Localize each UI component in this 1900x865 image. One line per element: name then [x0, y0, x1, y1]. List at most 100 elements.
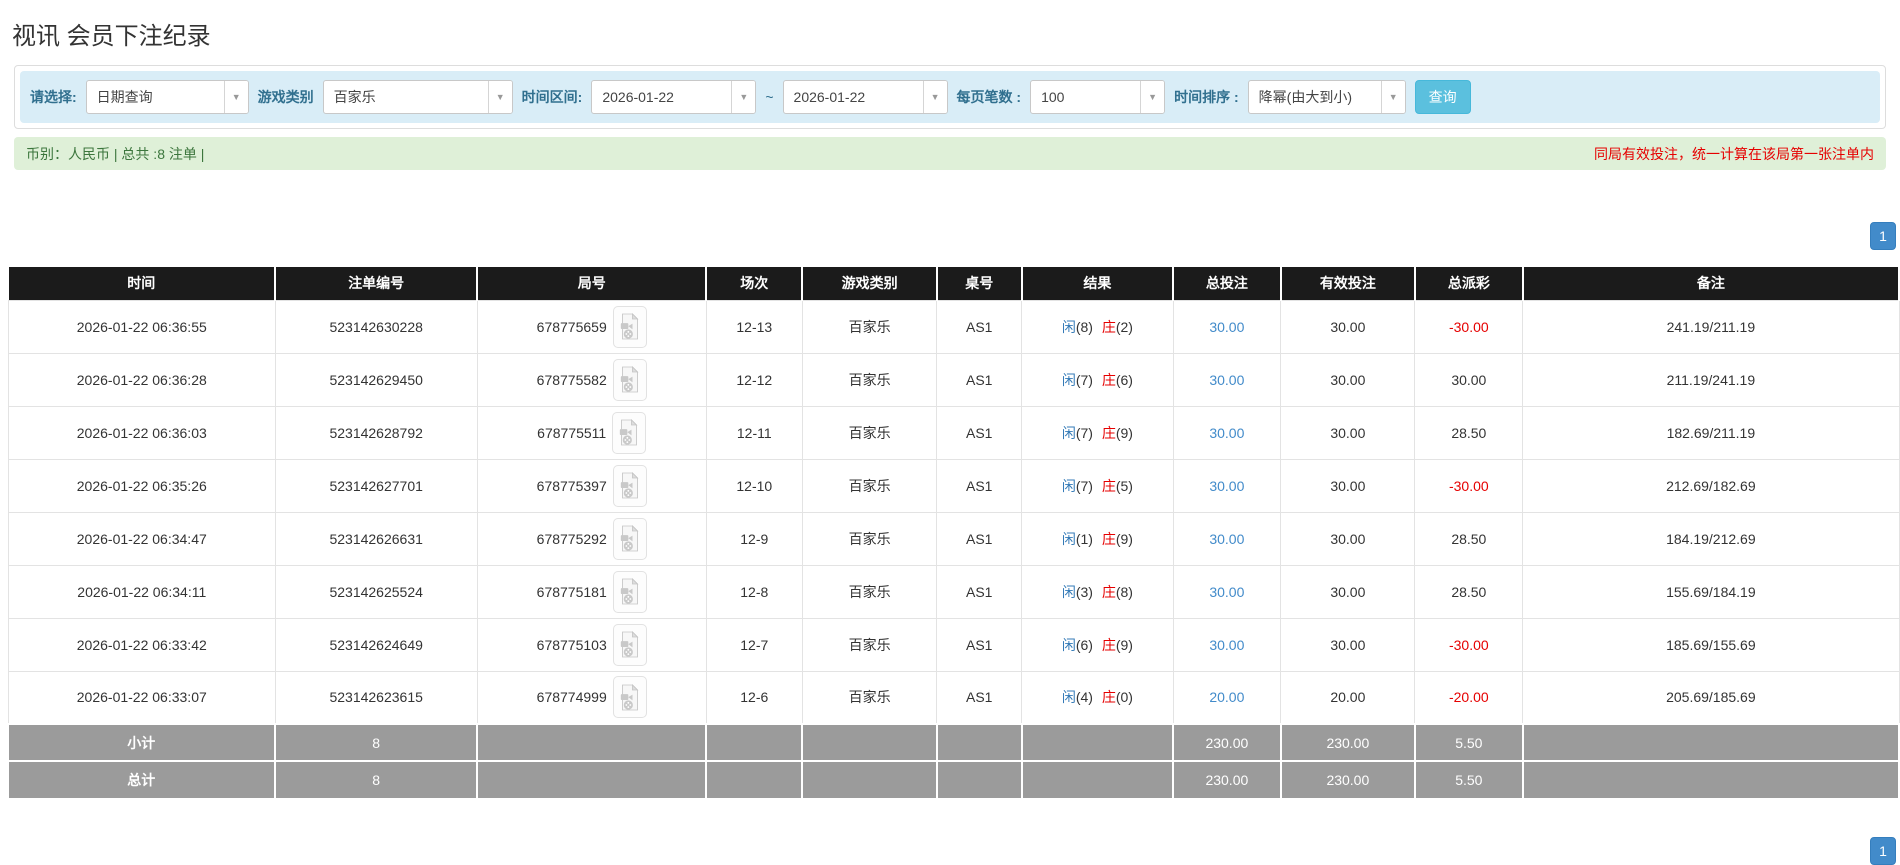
round-number: 678774999 — [536, 689, 607, 706]
page-button-1[interactable]: 1 — [1870, 837, 1896, 865]
cell-table-no: AS1 — [936, 670, 1023, 725]
column-header: 总投注 — [1173, 267, 1282, 300]
cell-round: 678775397 — [476, 458, 707, 513]
total-bet-link[interactable]: 30.00 — [1209, 319, 1244, 335]
result-banker-score: (6) — [1115, 371, 1133, 388]
total-bet-link[interactable]: 20.00 — [1209, 689, 1244, 705]
footer-total-bet: 230.00 — [1173, 760, 1282, 798]
cell-total-bet: 30.00 — [1172, 458, 1282, 513]
total-bet-link[interactable]: 30.00 — [1209, 584, 1244, 600]
cell-result: 闲(7) 庄(9) — [1021, 405, 1174, 460]
result-player: 闲 — [1061, 477, 1076, 494]
footer-session — [706, 760, 804, 798]
result-banker: 庄 — [1101, 318, 1116, 335]
time-sort-dropdown[interactable]: 降幂(由大到小) ▼ — [1247, 80, 1406, 114]
cell-table-no: AS1 — [936, 405, 1023, 460]
cell-valid-bet: 30.00 — [1280, 352, 1416, 407]
cell-round: 678775103 — [476, 617, 707, 672]
cell-payout: -30.00 — [1414, 299, 1524, 354]
total-bet-link[interactable]: 30.00 — [1209, 478, 1244, 494]
cell-note: 182.69/211.19 — [1522, 405, 1900, 460]
result-player: 闲 — [1061, 583, 1076, 600]
cell-bet-id: 523142623615 — [274, 670, 478, 725]
result-player: 闲 — [1061, 424, 1076, 441]
result-banker-score: (9) — [1115, 636, 1133, 653]
total-bet-link[interactable]: 30.00 — [1209, 372, 1244, 388]
cell-round: 678775659 — [476, 299, 707, 354]
video-file-icon[interactable] — [612, 517, 647, 560]
caret-down-icon[interactable]: ▼ — [487, 81, 512, 113]
query-type-value: 日期查询 — [96, 89, 153, 105]
video-file-icon[interactable] — [612, 464, 647, 507]
cell-note: 155.69/184.19 — [1522, 564, 1900, 619]
caret-down-icon[interactable]: ▼ — [922, 81, 947, 113]
total-bet-link[interactable]: 30.00 — [1209, 531, 1244, 547]
cell-note: 205.69/185.69 — [1522, 670, 1900, 725]
round-number: 678775292 — [536, 530, 607, 547]
total-bet-link[interactable]: 30.00 — [1209, 425, 1244, 441]
cell-result: 闲(4) 庄(0) — [1021, 670, 1174, 725]
video-file-icon[interactable] — [612, 676, 647, 719]
video-file-icon[interactable] — [612, 411, 647, 454]
caret-down-icon[interactable]: ▼ — [223, 81, 248, 113]
cell-result: 闲(7) 庄(5) — [1021, 458, 1174, 513]
cell-note: 211.19/241.19 — [1522, 352, 1900, 407]
cell-game-type: 百家乐 — [801, 511, 938, 566]
result-player-score: (3) — [1075, 583, 1097, 600]
round-number: 678775511 — [537, 424, 607, 441]
cell-total-bet: 30.00 — [1172, 405, 1282, 460]
cell-session: 12-11 — [705, 405, 803, 460]
footer-game — [802, 723, 938, 761]
cell-round: 678775181 — [476, 564, 707, 619]
video-file-icon[interactable] — [612, 358, 647, 401]
video-file-icon[interactable] — [612, 305, 647, 348]
page-size-dropdown[interactable]: 100 ▼ — [1030, 80, 1166, 114]
date-from-dropdown[interactable]: 2026-01-22 ▼ — [591, 80, 757, 114]
cell-session: 12-10 — [705, 458, 803, 513]
cell-game-type: 百家乐 — [801, 617, 938, 672]
filter-bar: 请选择: 日期查询 ▼ 游戏类别 百家乐 ▼ 时间区间: 2026-01-22 … — [20, 71, 1880, 123]
footer-valid-bet: 230.00 — [1280, 760, 1416, 798]
video-file-icon[interactable] — [612, 570, 647, 613]
caret-down-icon[interactable]: ▼ — [1380, 81, 1405, 113]
cell-table-no: AS1 — [936, 299, 1023, 354]
search-button[interactable]: 查询 — [1414, 80, 1471, 114]
column-header: 场次 — [706, 267, 804, 300]
result-player-score: (1) — [1075, 530, 1097, 547]
total-bet-link[interactable]: 30.00 — [1209, 637, 1244, 653]
column-header: 桌号 — [936, 267, 1023, 300]
result-banker: 庄 — [1101, 583, 1116, 600]
table-row: 2026-01-22 06:33:42 523142624649 6787751… — [8, 617, 1900, 672]
cell-session: 12-12 — [705, 352, 803, 407]
cell-session: 12-13 — [705, 299, 803, 354]
cell-bet-id: 523142626631 — [274, 511, 478, 566]
cell-payout: -30.00 — [1414, 458, 1524, 513]
cell-total-bet: 30.00 — [1172, 564, 1282, 619]
page-size-value: 100 — [1041, 89, 1065, 105]
footer-payout: 5.50 — [1414, 760, 1524, 798]
footer-count: 8 — [275, 723, 479, 761]
cell-note: 241.19/211.19 — [1522, 299, 1900, 354]
game-type-dropdown[interactable]: 百家乐 ▼ — [322, 80, 513, 114]
table-row: 2026-01-22 06:36:03 523142628792 6787755… — [8, 405, 1900, 460]
cell-payout: 28.50 — [1414, 405, 1524, 460]
video-file-icon[interactable] — [612, 623, 647, 666]
cell-game-type: 百家乐 — [801, 458, 938, 513]
table-row: 2026-01-22 06:35:26 523142627701 6787753… — [8, 458, 1900, 513]
footer-note — [1522, 723, 1900, 761]
cell-payout: -20.00 — [1414, 670, 1524, 725]
column-header: 时间 — [8, 267, 277, 300]
date-to-dropdown[interactable]: 2026-01-22 ▼ — [782, 80, 948, 114]
date-to-value: 2026-01-22 — [793, 89, 866, 105]
cell-table-no: AS1 — [936, 511, 1023, 566]
query-type-dropdown[interactable]: 日期查询 ▼ — [85, 80, 249, 114]
caret-down-icon[interactable]: ▼ — [731, 81, 756, 113]
bet-records-table: 时间 注单编号 局号 场次 游戏类别 桌号 结果 总投注 有效投注 总派彩 备注 2026-01-2… — [8, 267, 1900, 798]
cell-result: 闲(3) 庄(8) — [1021, 564, 1174, 619]
cell-note: 185.69/155.69 — [1522, 617, 1900, 672]
page-button-1[interactable]: 1 — [1870, 222, 1896, 250]
caret-down-icon[interactable]: ▼ — [1140, 81, 1165, 113]
table-row: 2026-01-22 06:34:11 523142625524 6787751… — [8, 564, 1900, 619]
footer-game — [802, 760, 938, 798]
result-player: 闲 — [1061, 530, 1076, 547]
